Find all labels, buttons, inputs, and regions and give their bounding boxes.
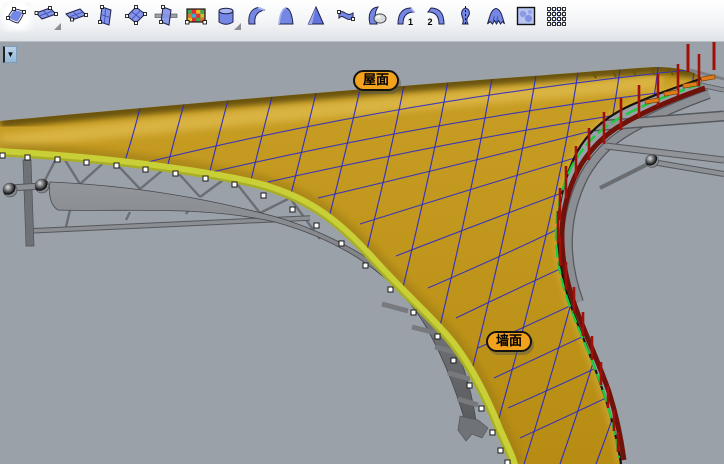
svg-text:1: 1 (408, 17, 413, 27)
extrude-along-curve-icon (244, 4, 268, 28)
surface-from-point-grid-button[interactable] (543, 2, 571, 30)
sweep-2-rails-icon: 2 (424, 4, 448, 28)
heightfield-from-image-button[interactable] (513, 2, 541, 30)
rectangular-plane-button[interactable] (63, 2, 91, 30)
sweep-1-rail-icon: 1 (394, 4, 418, 28)
revolve-icon (454, 4, 478, 28)
extrude-along-curve-button[interactable] (243, 2, 271, 30)
plane-through-points-button[interactable] (123, 2, 151, 30)
extrude-to-point-icon (304, 4, 328, 28)
3d-viewport[interactable]: ▼ 屋面 墙面 (0, 42, 724, 464)
3d-scene[interactable] (0, 42, 724, 464)
cutting-plane-button[interactable] (153, 2, 181, 30)
extrude-straight-button[interactable] (213, 2, 241, 30)
vertical-plane-icon (94, 4, 118, 28)
surface-from-point-grid-icon (544, 4, 568, 28)
ribbon-button[interactable] (333, 2, 361, 30)
drape-icon (484, 4, 508, 28)
sweep-1-rail-button[interactable]: 1 (393, 2, 421, 30)
plane-through-points-icon (124, 4, 148, 28)
picture-frame-button[interactable] (183, 2, 211, 30)
drape-button[interactable] (483, 2, 511, 30)
svg-text:2: 2 (428, 17, 433, 27)
cad-application-window: 1 2 (0, 0, 724, 464)
revolve-button[interactable] (453, 2, 481, 30)
rail-revolve-button[interactable] (363, 2, 391, 30)
viewport-menu-dropdown[interactable]: ▼ (3, 46, 17, 63)
cutting-plane-icon (154, 4, 178, 28)
truss-node-sphere (3, 183, 17, 197)
sweep-2-rails-button[interactable]: 2 (423, 2, 451, 30)
picture-frame-icon (184, 4, 208, 28)
extrude-to-point-button[interactable] (303, 2, 331, 30)
surface-toolbar: 1 2 (0, 0, 724, 42)
rail-revolve-icon (364, 4, 388, 28)
surface-from-3-points-button[interactable] (3, 2, 31, 30)
annotation-dot-wall[interactable]: 墙面 (486, 331, 532, 352)
dropdown-arrow-icon (234, 23, 241, 30)
extrude-tapered-icon (274, 4, 298, 28)
space-frame-node-sphere (646, 155, 659, 168)
vertical-plane-button[interactable] (93, 2, 121, 30)
surface-from-corner-points-button[interactable] (33, 2, 61, 30)
annotation-dot-roof[interactable]: 屋面 (353, 70, 399, 91)
extrude-tapered-button[interactable] (273, 2, 301, 30)
dropdown-arrow-icon (54, 23, 61, 30)
surface-from-3-points-icon (4, 4, 28, 28)
rectangular-plane-icon (64, 4, 88, 28)
ribbon-icon (334, 4, 358, 28)
truss-node-sphere (35, 179, 49, 193)
heightfield-from-image-icon (514, 4, 538, 28)
